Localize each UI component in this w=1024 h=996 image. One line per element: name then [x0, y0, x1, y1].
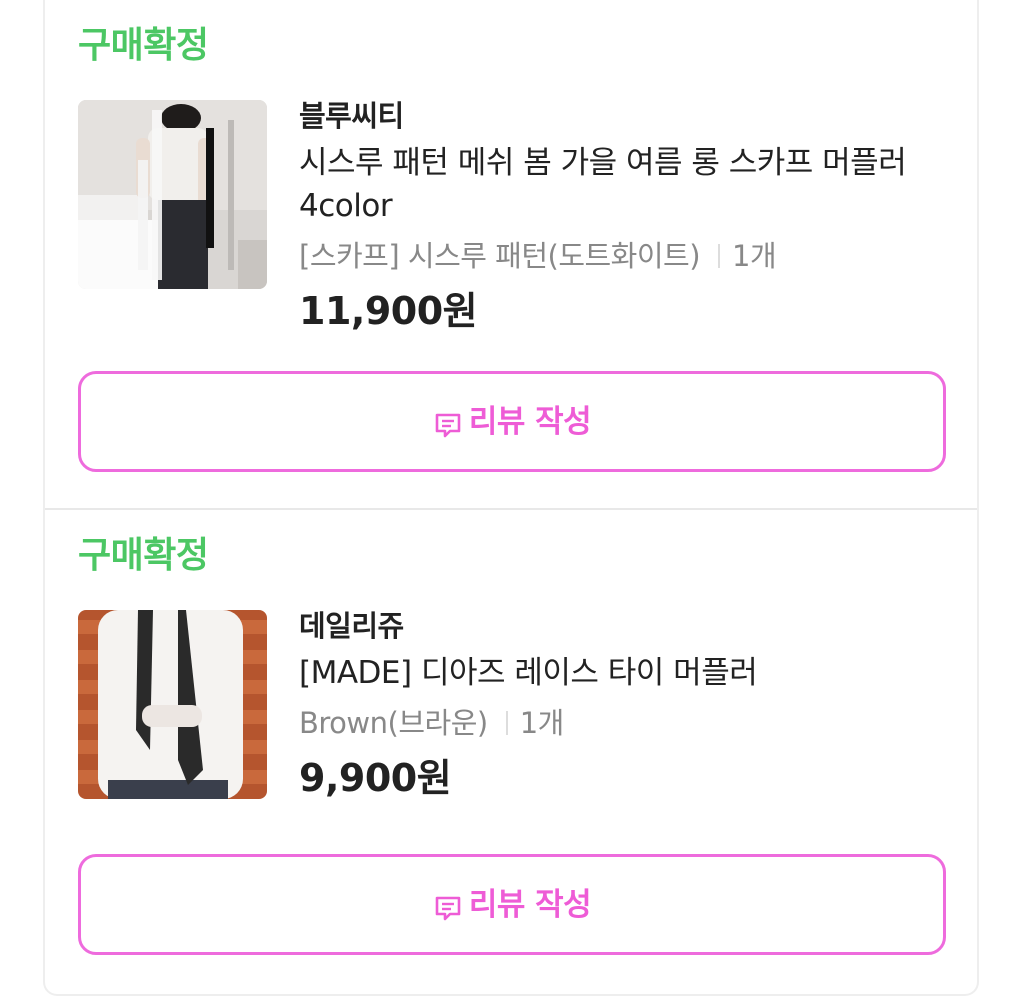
product-photo-white-scarf — [78, 100, 267, 289]
brand-name[interactable]: 데일리쥬 — [299, 606, 939, 646]
product-photo-lace-tie — [78, 610, 267, 799]
quantity-label: 1개 — [732, 239, 777, 273]
comment-icon — [435, 896, 461, 920]
product-thumbnail[interactable] — [78, 610, 267, 799]
price: 11,900원 — [299, 289, 478, 333]
write-review-label: 리뷰 작성 — [468, 403, 592, 440]
option-label: Brown(브라운) — [299, 706, 488, 740]
write-review-button[interactable]: 리뷰 작성 — [78, 371, 946, 472]
order-item: 구매확정 데일리쥬 [MADE] 디아즈 레이스 타이 머플러 Brown(브라… — [45, 510, 977, 996]
brand-name[interactable]: 블루씨티 — [299, 96, 939, 136]
option-row: Brown(브라운) 1개 — [299, 703, 939, 743]
product-name[interactable]: [MADE] 디아즈 레이스 타이 머플러 — [299, 652, 939, 695]
option-label: [스카프] 시스루 패턴(도트화이트) — [299, 239, 701, 273]
write-review-button[interactable]: 리뷰 작성 — [78, 854, 946, 955]
option-row: [스카프] 시스루 패턴(도트화이트) 1개 — [299, 236, 939, 276]
option-separator — [718, 244, 721, 268]
quantity-label: 1개 — [519, 706, 565, 740]
product-info: 블루씨티 시스루 패턴 메쉬 봄 가을 여름 롱 스카프 머플러 4color … — [299, 96, 939, 336]
product-name[interactable]: 시스루 패턴 메쉬 봄 가을 여름 롱 스카프 머플러 4color — [299, 142, 939, 228]
option-separator — [505, 711, 508, 735]
product-thumbnail[interactable] — [78, 100, 267, 289]
order-list-panel: 구매확정 블루씨티 시스루 패턴 메쉬 봄 가을 여름 롱 스카프 머플러 4c… — [43, 0, 979, 996]
price: 9,900원 — [299, 756, 452, 800]
product-info: 데일리쥬 [MADE] 디아즈 레이스 타이 머플러 Brown(브라운) 1개… — [299, 606, 939, 803]
order-item: 구매확정 블루씨티 시스루 패턴 메쉬 봄 가을 여름 롱 스카프 머플러 4c… — [45, 0, 977, 508]
order-status: 구매확정 — [78, 535, 209, 576]
comment-icon — [435, 413, 461, 437]
write-review-label: 리뷰 작성 — [468, 886, 592, 923]
order-status: 구매확정 — [78, 25, 209, 66]
